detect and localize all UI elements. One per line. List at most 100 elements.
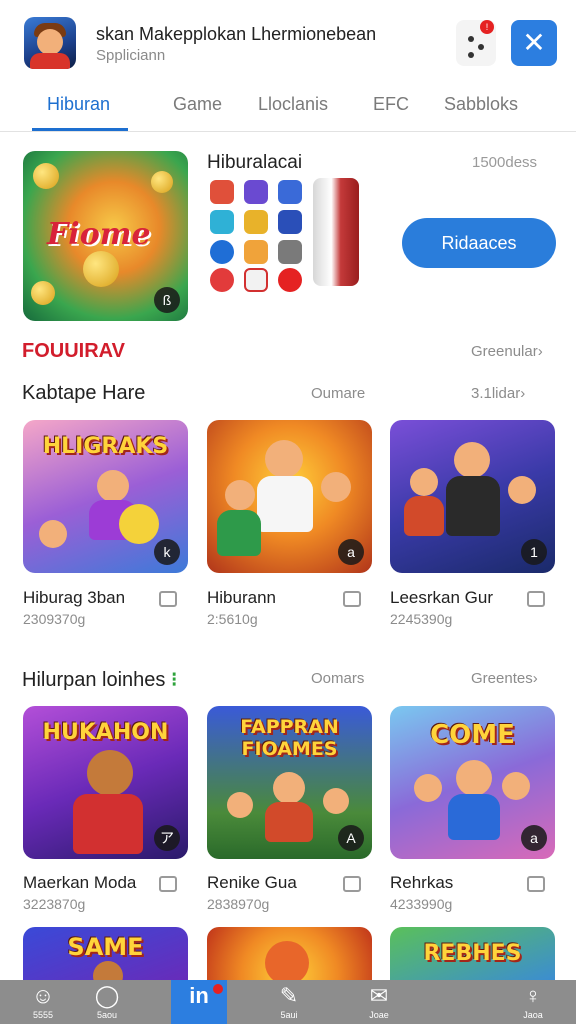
download-icon[interactable] <box>159 876 177 892</box>
character-head <box>410 468 438 496</box>
game-name[interactable]: Hiburann <box>207 588 276 608</box>
character-head <box>265 440 303 478</box>
install-button[interactable]: Ridaaces <box>402 218 556 268</box>
see-more-link[interactable]: Greenular› <box>471 343 543 360</box>
game-name[interactable]: Maerkan Moda <box>23 873 136 893</box>
download-icon[interactable] <box>159 591 177 607</box>
card-corner-icon: k <box>154 539 180 565</box>
tab-bar: Hiburan Game Lloclanis EFC Sabbloks <box>0 84 576 132</box>
game-card[interactable]: SAME <box>23 927 188 987</box>
character-body <box>217 510 261 556</box>
app-logo-icon[interactable] <box>24 17 76 69</box>
featured-art-logo: Fiome <box>47 217 151 252</box>
section-filter-row1[interactable]: Oumare <box>311 385 365 402</box>
coin-decoration <box>151 171 173 193</box>
profile-icon: ♀ <box>524 983 542 1008</box>
sticker-icon <box>278 210 302 234</box>
character-body <box>265 802 313 842</box>
see-more-link[interactable]: Greentes› <box>471 670 538 687</box>
nav-apps[interactable]: in <box>177 982 221 1022</box>
nav-label: Jaoa <box>523 1010 543 1020</box>
sticker-icon <box>278 240 302 264</box>
game-name[interactable]: Leesrkan Gur <box>390 588 493 608</box>
sticker-icon <box>278 180 302 204</box>
game-size: 2245390g <box>390 611 453 627</box>
section-title-text: Hilurpan loinhes <box>22 669 166 691</box>
character-head <box>508 476 536 504</box>
see-more-link[interactable]: 3.1lidar› <box>471 385 525 402</box>
coin-decoration <box>33 163 59 189</box>
close-button[interactable]: ✕ <box>511 20 557 66</box>
character-head <box>273 772 305 804</box>
dice-dot-icon <box>468 36 474 42</box>
featured-game-image[interactable]: Fiome ß <box>23 151 188 321</box>
tab-sabbloks[interactable]: Sabbloks <box>444 94 518 115</box>
game-name[interactable]: Rehrkas <box>390 873 453 893</box>
game-card[interactable]: HLIGRAKS k <box>23 420 188 573</box>
mail-icon: ✉ <box>369 983 389 1008</box>
section-label-red: FOUUIRAV <box>22 340 125 362</box>
game-size: 4233990g <box>390 896 453 912</box>
character-head <box>456 760 492 796</box>
sticker-icon <box>244 240 268 264</box>
nav-label: Joae <box>369 1010 389 1020</box>
character-head <box>321 472 351 502</box>
card-art-title: SAME <box>67 933 144 961</box>
card-corner-icon: ア <box>154 825 180 851</box>
nav-search[interactable]: ◯ 5aou <box>85 982 129 1022</box>
logo-face <box>37 29 63 55</box>
tab-efc[interactable]: EFC <box>373 94 409 115</box>
tab-hiburan[interactable]: Hiburan <box>47 94 110 115</box>
character-body <box>404 496 444 536</box>
nav-label: 5aui <box>280 1010 298 1020</box>
nav-label: 5555 <box>32 1010 54 1020</box>
download-icon[interactable] <box>527 591 545 607</box>
game-card[interactable]: a <box>207 420 372 573</box>
section-filter-row2[interactable]: Oomars <box>311 670 364 687</box>
notification-badge: ! <box>480 20 494 34</box>
tab-lloclanis[interactable]: Lloclanis <box>258 94 328 115</box>
card-corner-icon: a <box>521 825 547 851</box>
game-name[interactable]: Hiburag 3ban <box>23 588 125 608</box>
character-head <box>97 470 129 502</box>
character-head <box>502 772 530 800</box>
card-art-title: FAPPRAN FIOAMES <box>240 716 339 760</box>
game-name[interactable]: Renike Gua <box>207 873 297 893</box>
sticker-icon <box>210 240 234 264</box>
nav-mail[interactable]: ✉ Joae <box>357 982 401 1022</box>
game-card[interactable]: HUKAHON ア <box>23 706 188 859</box>
card-corner-icon: 1 <box>521 539 547 565</box>
character-body <box>257 476 313 532</box>
sticker-icon <box>210 268 234 292</box>
sticker-icon <box>244 180 268 204</box>
download-icon[interactable] <box>527 876 545 892</box>
card-corner-icon: a <box>338 539 364 565</box>
game-card[interactable]: REBHES <box>390 927 555 987</box>
download-icon[interactable] <box>343 876 361 892</box>
game-card[interactable] <box>207 927 372 987</box>
active-tab-indicator <box>32 128 128 131</box>
dice-dot-icon <box>468 52 474 58</box>
character-head <box>454 442 490 478</box>
chat-icon: ✎ <box>279 983 299 1008</box>
nav-profile[interactable]: ♀ Jaoa <box>511 982 555 1022</box>
section-title-row2: Hilurpan loinhes ⁝ <box>22 667 177 692</box>
sticker-icon <box>244 210 268 234</box>
tab-game[interactable]: Game <box>173 94 222 115</box>
game-card[interactable]: COME a <box>390 706 555 859</box>
nav-home[interactable]: ☺ 5555 <box>21 982 65 1022</box>
app-subtitle: Sppliciann <box>96 47 166 64</box>
featured-meta: 1500dess <box>472 154 538 171</box>
notifications-button[interactable]: ! <box>456 20 496 66</box>
game-card[interactable]: 1 <box>390 420 555 573</box>
card-art-title: HLIGRAKS <box>42 434 169 459</box>
coin-decoration <box>31 281 55 305</box>
game-card[interactable]: FAPPRAN FIOAMES A <box>207 706 372 859</box>
sticker-icon <box>278 268 302 292</box>
featured-corner-icon: ß <box>154 287 180 313</box>
dice-dot-icon <box>478 44 484 50</box>
download-icon[interactable] <box>343 591 361 607</box>
nav-chat[interactable]: ✎ 5aui <box>267 982 311 1022</box>
featured-title: Hiburalacai <box>207 152 303 173</box>
sticker-icon <box>210 210 234 234</box>
